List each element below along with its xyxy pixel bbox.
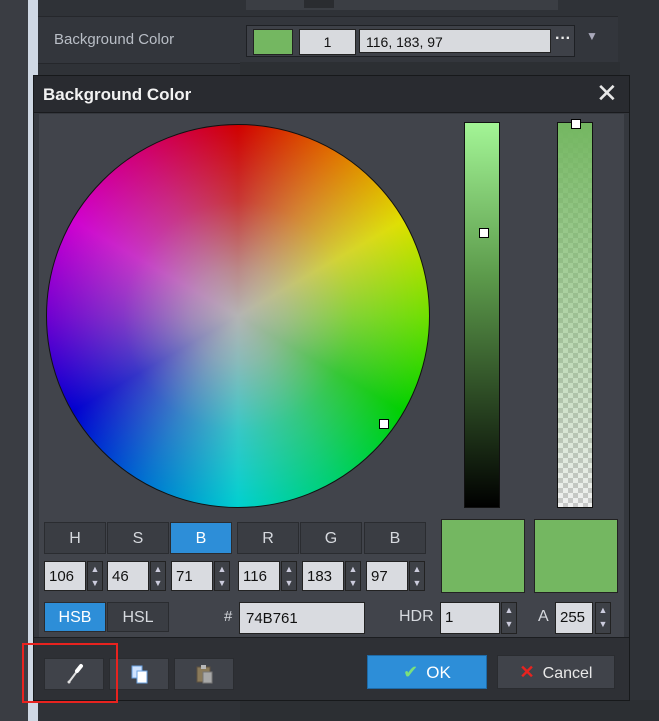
cancel-button[interactable]: ✕ Cancel — [497, 655, 615, 689]
brightness-slider-handle[interactable] — [479, 228, 489, 238]
channel-stepper-s[interactable]: ▲ ▼ — [150, 561, 166, 591]
dialog-button-bar: ✔ OK ✕ Cancel — [34, 637, 629, 700]
more-options-button[interactable]: ··· — [555, 29, 571, 49]
channel-input-b-hsb[interactable]: 71 — [171, 561, 213, 591]
new-color-swatch — [441, 519, 525, 593]
channel-header-s[interactable]: S — [107, 522, 169, 554]
channel-header-b-hsb[interactable]: B — [170, 522, 232, 554]
color-wheel[interactable] — [46, 124, 430, 508]
alpha-slider[interactable] — [557, 122, 593, 508]
left-panel-edge — [0, 0, 29, 721]
hdr-label: HDR — [399, 608, 434, 625]
close-icon[interactable]: ✕ — [596, 80, 618, 106]
cancel-label: Cancel — [542, 665, 593, 682]
chevron-down-icon[interactable]: ▼ — [586, 29, 598, 43]
channel-header-b-rgb[interactable]: B — [364, 522, 426, 554]
background-color-field[interactable]: 1 116, 183, 97 ··· — [246, 25, 575, 57]
top-field-fragment — [246, 0, 558, 10]
background-rgb-value[interactable]: 116, 183, 97 — [359, 29, 551, 53]
dialog-titlebar[interactable]: Background Color ✕ — [34, 76, 629, 113]
background-color-row: Background Color 1 116, 183, 97 ··· ▼ — [38, 16, 618, 64]
copy-button[interactable] — [109, 658, 169, 690]
color-picker-dialog: Background Color ✕ H S B R G B 106 ▲ ▼ 46… — [33, 75, 630, 701]
hex-label: # — [224, 608, 233, 625]
alpha-stepper[interactable]: ▲ ▼ — [595, 602, 611, 634]
channel-stepper-h[interactable]: ▲ ▼ — [87, 561, 103, 591]
background-color-label: Background Color — [54, 31, 175, 48]
channel-stepper-r[interactable]: ▲ ▼ — [281, 561, 297, 591]
copy-icon — [131, 665, 148, 684]
brightness-slider[interactable] — [464, 122, 500, 508]
channel-stepper-b-rgb[interactable]: ▲ ▼ — [409, 561, 425, 591]
dialog-title: Background Color — [43, 85, 192, 104]
channel-header-g[interactable]: G — [300, 522, 362, 554]
channel-header-h[interactable]: H — [44, 522, 106, 554]
paste-button[interactable] — [174, 658, 234, 690]
background-color-swatch[interactable] — [253, 29, 293, 55]
mode-hsl-button[interactable]: HSL — [107, 602, 169, 632]
eyedropper-highlight — [22, 643, 118, 703]
channel-stepper-b-hsb[interactable]: ▲ ▼ — [214, 561, 230, 591]
hdr-stepper[interactable]: ▲ ▼ — [501, 602, 517, 634]
alpha-slider-handle[interactable] — [571, 119, 581, 129]
background-slider-strip — [240, 62, 620, 76]
paste-icon — [196, 665, 213, 684]
top-field-fragment-dark — [304, 0, 334, 8]
original-color-swatch[interactable] — [534, 519, 618, 593]
hdr-input[interactable]: 1 — [440, 602, 500, 634]
channel-input-r[interactable]: 116 — [238, 561, 280, 591]
channel-input-s[interactable]: 46 — [107, 561, 149, 591]
alpha-label: A — [538, 608, 549, 625]
hex-input[interactable]: 74B761 — [239, 602, 365, 634]
channel-header-r[interactable]: R — [237, 522, 299, 554]
channel-stepper-g[interactable]: ▲ ▼ — [345, 561, 361, 591]
cancel-x-icon: ✕ — [519, 662, 535, 682]
alpha-input[interactable]: 255 — [555, 602, 593, 634]
ok-button[interactable]: ✔ OK — [367, 655, 487, 689]
background-alpha-value[interactable]: 1 — [299, 29, 356, 55]
checkmark-icon: ✔ — [403, 662, 419, 682]
channel-input-b-rgb[interactable]: 97 — [366, 561, 408, 591]
background-bottom-strip — [240, 700, 659, 721]
channel-input-g[interactable]: 183 — [302, 561, 344, 591]
channel-input-h[interactable]: 106 — [44, 561, 86, 591]
color-wheel-cursor[interactable] — [379, 419, 389, 429]
mode-hsb-button[interactable]: HSB — [44, 602, 106, 632]
ok-label: OK — [426, 663, 451, 682]
